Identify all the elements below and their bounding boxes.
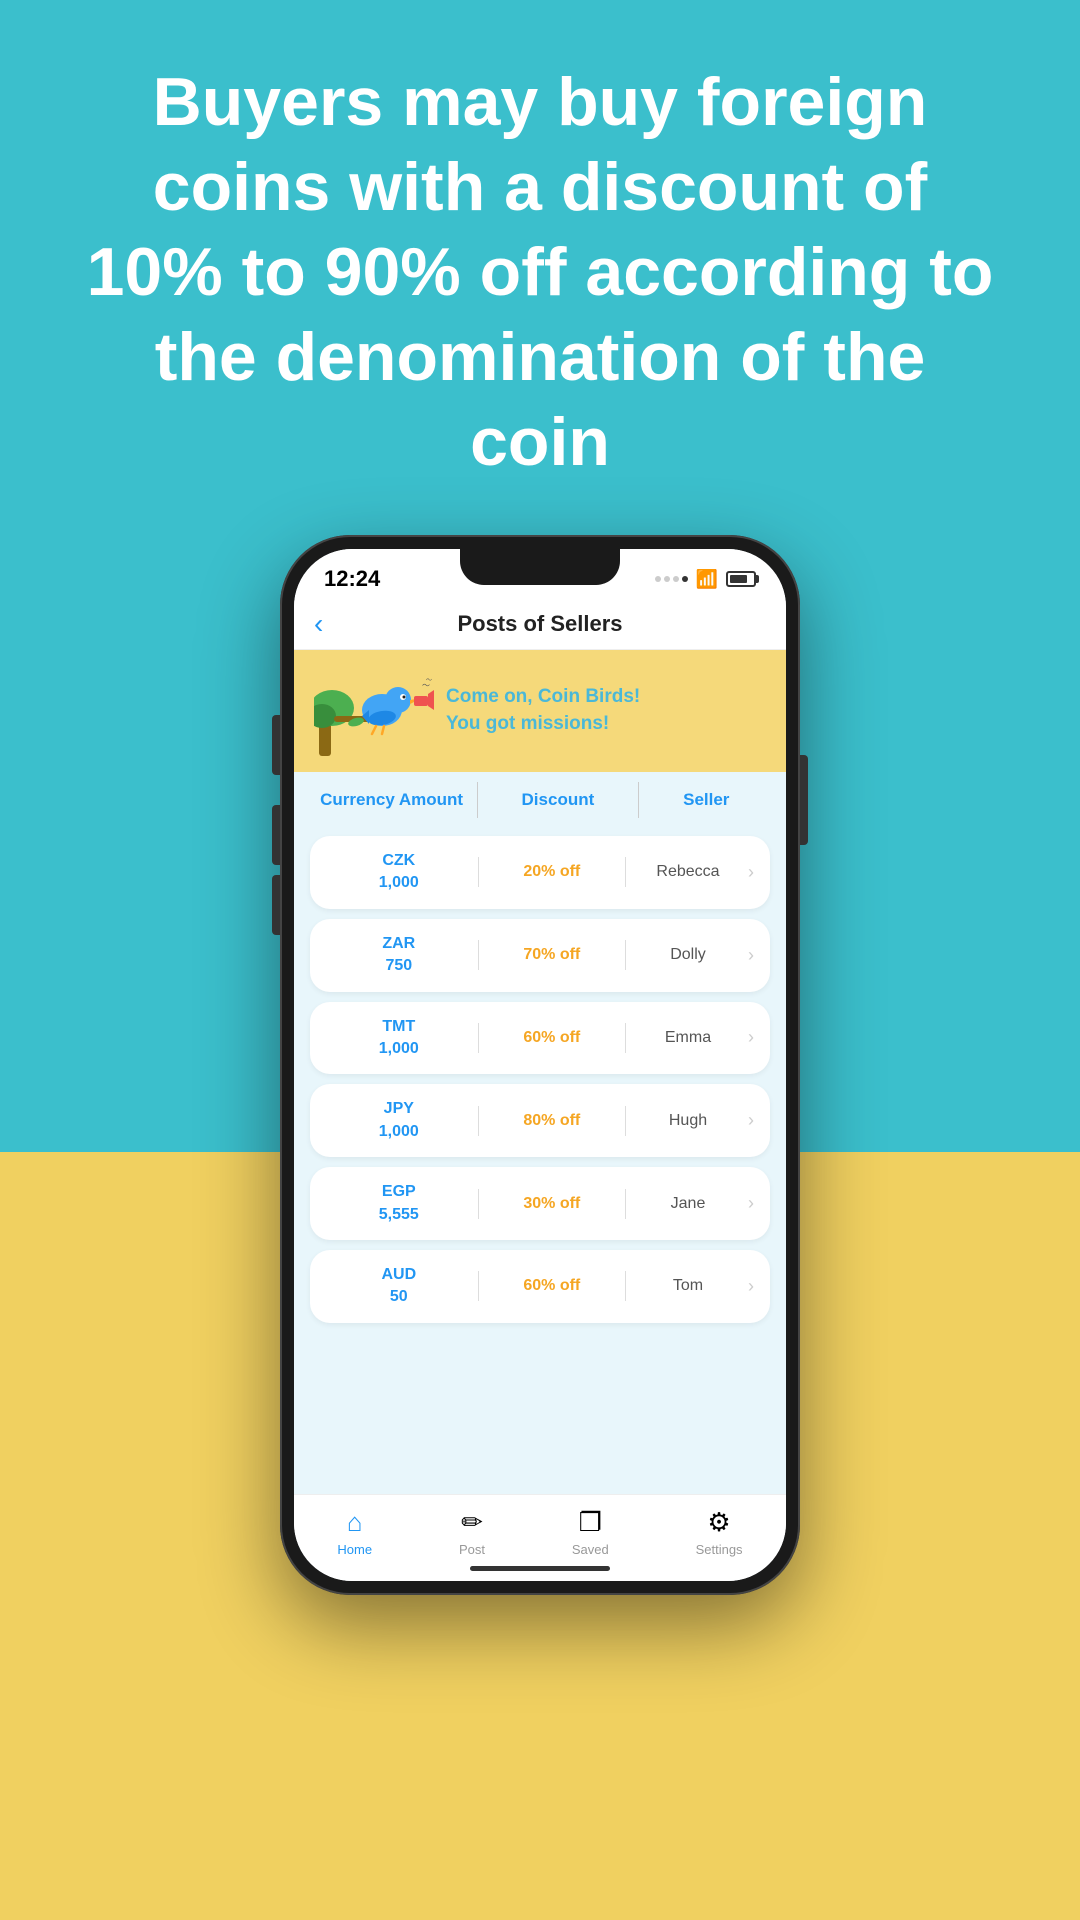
table-row[interactable]: JPY1,000 80% off Hugh › xyxy=(310,1084,770,1157)
chevron-right-icon: › xyxy=(748,1110,754,1131)
table-header: Currency Amount Discount Seller xyxy=(294,772,786,828)
item-currency: AUD50 xyxy=(326,1264,472,1309)
divider xyxy=(478,1189,479,1219)
sellers-list: CZK1,000 20% off Rebecca › ZAR750 70% of… xyxy=(294,828,786,1494)
tab-home[interactable]: ⌂ Home xyxy=(337,1507,372,1557)
headline-text: Buyers may buy foreign coins with a disc… xyxy=(0,0,1080,525)
banner-message: Come on, Coin Birds! You got missions! xyxy=(446,684,640,737)
divider xyxy=(625,1023,626,1053)
item-seller: Tom xyxy=(632,1277,744,1295)
table-row[interactable]: ZAR750 70% off Dolly › xyxy=(310,919,770,992)
col-header-discount: Discount xyxy=(486,790,629,810)
col-header-seller: Seller xyxy=(647,790,766,810)
home-indicator xyxy=(470,1566,610,1571)
item-seller: Rebecca xyxy=(632,863,744,881)
item-currency: JPY1,000 xyxy=(326,1098,472,1143)
chevron-right-icon: › xyxy=(748,1193,754,1214)
divider xyxy=(625,940,626,970)
status-time: 12:24 xyxy=(324,566,380,592)
divider xyxy=(477,782,478,818)
item-currency: CZK1,000 xyxy=(326,850,472,895)
home-tab-label: Home xyxy=(337,1542,372,1557)
post-tab-label: Post xyxy=(459,1542,485,1557)
item-currency: TMT1,000 xyxy=(326,1016,472,1061)
item-currency: EGP5,555 xyxy=(326,1181,472,1226)
back-button[interactable]: ‹ xyxy=(314,608,323,640)
tab-post[interactable]: ✏ Post xyxy=(459,1507,485,1557)
item-seller: Dolly xyxy=(632,946,744,964)
divider xyxy=(625,1106,626,1136)
item-discount: 60% off xyxy=(485,1277,619,1295)
divider xyxy=(625,1189,626,1219)
divider xyxy=(478,1271,479,1301)
svg-text:～: ～ xyxy=(426,678,432,684)
item-discount: 80% off xyxy=(485,1112,619,1130)
wifi-icon: 📶 xyxy=(696,569,718,590)
divider xyxy=(625,1271,626,1301)
bird-illustration: ～ ～ xyxy=(314,666,434,756)
phone-mockup: 12:24 📶 ‹ Posts of Sellers xyxy=(280,535,800,1595)
home-tab-icon: ⌂ xyxy=(347,1507,363,1538)
signal-icon xyxy=(655,576,688,582)
phone-screen: 12:24 📶 ‹ Posts of Sellers xyxy=(294,549,786,1581)
page-title: Posts of Sellers xyxy=(457,611,622,637)
table-row[interactable]: AUD50 60% off Tom › xyxy=(310,1250,770,1323)
item-seller: Hugh xyxy=(632,1112,744,1130)
item-seller: Emma xyxy=(632,1029,744,1047)
item-discount: 20% off xyxy=(485,863,619,881)
item-currency: ZAR750 xyxy=(326,933,472,978)
nav-header: ‹ Posts of Sellers xyxy=(294,599,786,650)
item-discount: 30% off xyxy=(485,1195,619,1213)
chevron-right-icon: › xyxy=(748,1276,754,1297)
saved-tab-label: Saved xyxy=(572,1542,609,1557)
col-header-currency: Currency Amount xyxy=(314,789,469,811)
divider xyxy=(625,857,626,887)
settings-tab-icon: ⚙ xyxy=(707,1507,730,1538)
tab-saved[interactable]: ❐ Saved xyxy=(572,1507,609,1557)
item-discount: 70% off xyxy=(485,946,619,964)
divider xyxy=(478,857,479,887)
tab-settings[interactable]: ⚙ Settings xyxy=(696,1507,743,1557)
divider xyxy=(478,940,479,970)
item-discount: 60% off xyxy=(485,1029,619,1047)
chevron-right-icon: › xyxy=(748,1027,754,1048)
divider xyxy=(638,782,639,818)
table-row[interactable]: EGP5,555 30% off Jane › xyxy=(310,1167,770,1240)
phone-notch xyxy=(460,549,620,585)
post-tab-icon: ✏ xyxy=(461,1507,483,1538)
settings-tab-label: Settings xyxy=(696,1542,743,1557)
status-icons: 📶 xyxy=(655,569,756,590)
table-row[interactable]: TMT1,000 60% off Emma › xyxy=(310,1002,770,1075)
chevron-right-icon: › xyxy=(748,862,754,883)
divider xyxy=(478,1023,479,1053)
table-row[interactable]: CZK1,000 20% off Rebecca › xyxy=(310,836,770,909)
item-seller: Jane xyxy=(632,1195,744,1213)
promo-banner: ～ ～ Come on, Coin Birds! You got mission… xyxy=(294,650,786,772)
saved-tab-icon: ❐ xyxy=(579,1507,602,1538)
divider xyxy=(478,1106,479,1136)
chevron-right-icon: › xyxy=(748,945,754,966)
battery-icon xyxy=(726,571,756,587)
